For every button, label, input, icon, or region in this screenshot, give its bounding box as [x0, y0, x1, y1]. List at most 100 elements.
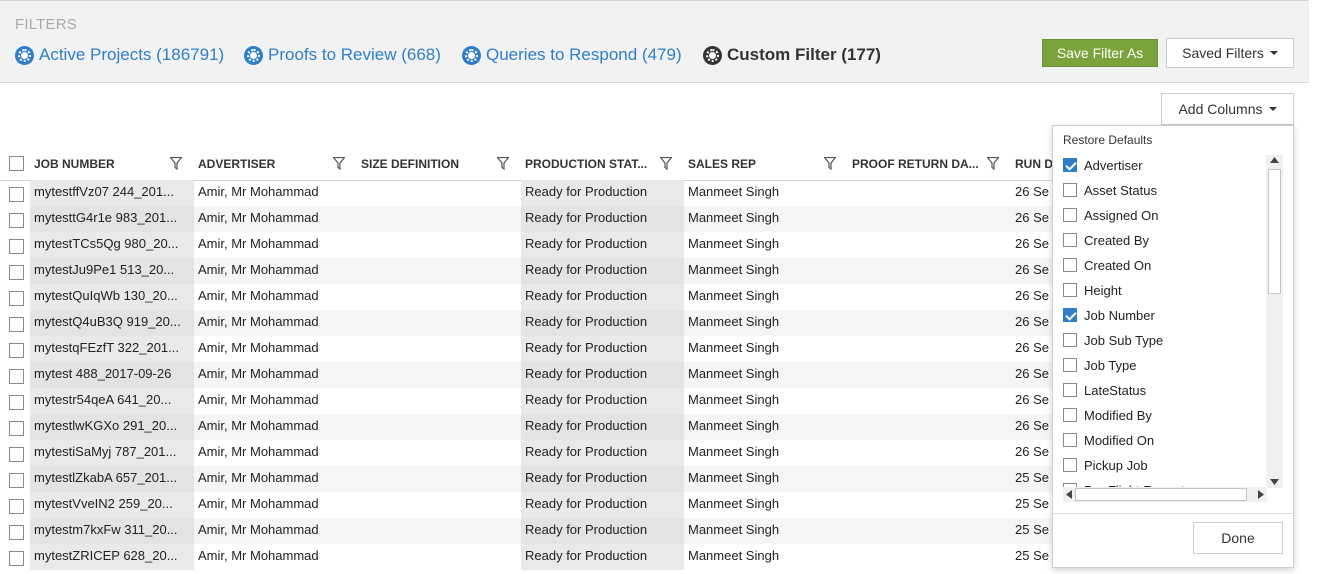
filter-funnel-icon[interactable] — [824, 157, 836, 170]
checkbox-icon[interactable] — [1063, 383, 1077, 397]
cell-advertiser: Amir, Mr Mohammad — [194, 466, 357, 492]
row-checkbox[interactable] — [9, 239, 24, 254]
column-option-item[interactable]: Advertiser — [1063, 155, 1143, 175]
row-checkbox[interactable] — [9, 447, 24, 462]
column-option-item[interactable]: Modified On — [1063, 430, 1154, 450]
header-production-status[interactable]: PRODUCTION STAT... — [525, 146, 647, 181]
table-row[interactable]: mytestVveIN2 259_20... Amir, Mr Mohammad R… — [0, 492, 1052, 518]
column-option-item[interactable]: Assigned On — [1063, 205, 1158, 225]
filter-funnel-icon[interactable] — [497, 157, 509, 170]
table-row[interactable]: mytest 488_2017-09-26 Amir, Mr Mohammad Re… — [0, 362, 1052, 388]
cell-production-status: Ready for Production — [521, 284, 684, 310]
filter-funnel-icon[interactable] — [987, 157, 999, 170]
table-row[interactable]: mytestiSaMyj 787_201... Amir, Mr Mohammad… — [0, 440, 1052, 466]
cell-sales-rep: Manmeet Singh — [684, 466, 848, 492]
checkbox-icon[interactable] — [1063, 358, 1077, 372]
row-checkbox[interactable] — [9, 317, 24, 332]
row-checkbox[interactable] — [9, 473, 24, 488]
row-checkbox[interactable] — [9, 213, 24, 228]
header-size-definition[interactable]: SIZE DEFINITION — [361, 146, 459, 181]
header-run-date[interactable]: RUN D — [1015, 146, 1053, 181]
column-option-item[interactable]: Asset Status — [1063, 180, 1157, 200]
row-checkbox[interactable] — [9, 187, 24, 202]
filter-funnel-icon[interactable] — [660, 157, 672, 170]
header-job-number[interactable]: JOB NUMBER — [34, 146, 115, 181]
header-advertiser[interactable]: ADVERTISER — [198, 146, 275, 181]
scroll-right-arrow-icon[interactable] — [1258, 490, 1264, 499]
column-option-label: Pickup Job — [1084, 457, 1148, 473]
row-checkbox[interactable] — [9, 369, 24, 384]
scrollbar-thumb[interactable] — [1268, 169, 1281, 294]
cell-run-date: 26 Se — [1011, 362, 1052, 388]
table-row[interactable]: mytestQuIqWb 130_20... Amir, Mr Mohammad R… — [0, 284, 1052, 310]
done-button[interactable]: Done — [1193, 522, 1283, 554]
table-row[interactable]: mytestqFEzfT 322_201... Amir, Mr Mohammad… — [0, 336, 1052, 362]
scrollbar-thumb[interactable] — [1075, 488, 1247, 501]
table-row[interactable]: mytestJu9Pe1 513_20... Amir, Mr Mohammad R… — [0, 258, 1052, 284]
column-option-item[interactable]: Job Type — [1063, 355, 1137, 375]
checkbox-icon[interactable] — [1063, 433, 1077, 447]
column-option-item[interactable]: Created By — [1063, 230, 1149, 250]
filter-funnel-icon[interactable] — [170, 157, 182, 170]
column-option-item[interactable]: Pickup Job — [1063, 455, 1148, 475]
column-option-label: Asset Status — [1084, 182, 1157, 198]
table-row[interactable]: mytestlwKGXo 291_20... Amir, Mr Mohammad R… — [0, 414, 1052, 440]
row-checkbox[interactable] — [9, 499, 24, 514]
column-option-item[interactable]: Job Number — [1063, 305, 1155, 325]
table-row[interactable]: mytestr54qeA 641_20... Amir, Mr Mohammad R… — [0, 388, 1052, 414]
select-all-checkbox[interactable] — [9, 156, 24, 171]
filter-proofs-to-review[interactable]: Proofs to Review (668) — [244, 44, 441, 66]
checkbox-icon[interactable] — [1063, 333, 1077, 347]
checkbox-icon[interactable] — [1063, 208, 1077, 222]
save-filter-as-button[interactable]: Save Filter As — [1042, 39, 1158, 67]
column-option-item[interactable]: LateStatus — [1063, 380, 1146, 400]
table-row[interactable]: mytestlZkabA 657_201... Amir, Mr Mohammad… — [0, 466, 1052, 492]
checkbox-checked-icon[interactable] — [1063, 158, 1077, 172]
cell-sales-rep: Manmeet Singh — [688, 548, 780, 563]
table-row[interactable]: mytestffVz07 244_201... Amir, Mr Mohammad… — [0, 180, 1052, 206]
row-checkbox[interactable] — [9, 291, 24, 306]
row-checkbox[interactable] — [9, 343, 24, 358]
filter-funnel-icon[interactable] — [333, 157, 345, 170]
filter-active-projects[interactable]: Active Projects (186791) — [15, 44, 224, 66]
cell-job-number: mytesttG4r1e 983_201... — [30, 206, 194, 232]
table-row[interactable]: mytestZRICEP 628_20... Amir, Mr Mohammad R… — [0, 544, 1052, 570]
restore-defaults-link[interactable]: Restore Defaults — [1063, 133, 1152, 147]
checkbox-checked-icon[interactable] — [1063, 308, 1077, 322]
table-row[interactable]: mytesttG4r1e 983_201... Amir, Mr Mohammad… — [0, 206, 1052, 232]
column-list-vertical-scrollbar[interactable] — [1266, 155, 1283, 488]
checkbox-icon[interactable] — [1063, 458, 1077, 472]
table-row[interactable]: mytestQ4uB3Q 919_20... Amir, Mr Mohammad R… — [0, 310, 1052, 336]
checkbox-icon[interactable] — [1063, 258, 1077, 272]
row-checkbox[interactable] — [9, 551, 24, 566]
checkbox-icon[interactable] — [1063, 233, 1077, 247]
column-option-item[interactable]: Height — [1063, 280, 1122, 300]
header-proof-return-date[interactable]: PROOF RETURN DA... — [852, 146, 979, 181]
table-row[interactable]: mytestm7kxFw 311_20... Amir, Mr Mohammad R… — [0, 518, 1052, 544]
scroll-left-arrow-icon[interactable] — [1066, 490, 1072, 499]
row-checkbox[interactable] — [9, 421, 24, 436]
cell-production-status: Ready for Production — [521, 440, 684, 466]
column-option-label: Height — [1084, 282, 1122, 298]
checkbox-icon[interactable] — [1063, 283, 1077, 297]
row-checkbox[interactable] — [9, 265, 24, 280]
column-option-item[interactable]: Modified By — [1063, 405, 1152, 425]
filter-custom[interactable]: Custom Filter (177) — [703, 44, 881, 66]
header-sales-rep[interactable]: SALES REP — [688, 146, 756, 181]
row-checkbox[interactable] — [9, 525, 24, 540]
column-option-item[interactable]: Job Sub Type — [1063, 330, 1163, 350]
table-row[interactable]: mytestTCs5Qg 980_20... Amir, Mr Mohammad R… — [0, 232, 1052, 258]
checkbox-icon[interactable] — [1063, 183, 1077, 197]
cell-sales-rep: Manmeet Singh — [688, 340, 780, 355]
checkbox-icon[interactable] — [1063, 408, 1077, 422]
scroll-up-arrow-icon[interactable] — [1270, 157, 1279, 163]
scroll-down-arrow-icon[interactable] — [1270, 479, 1279, 485]
column-option-item[interactable]: Created On — [1063, 255, 1151, 275]
add-columns-button[interactable]: Add Columns — [1161, 93, 1294, 125]
panel-divider — [1053, 513, 1293, 514]
column-list-horizontal-scrollbar[interactable] — [1063, 487, 1267, 502]
saved-filters-dropdown[interactable]: Saved Filters — [1166, 38, 1294, 68]
cell-job-number: mytestiSaMyj 787_201... — [30, 440, 194, 466]
filter-queries-to-respond[interactable]: Queries to Respond (479) — [462, 44, 682, 66]
row-checkbox[interactable] — [9, 395, 24, 410]
